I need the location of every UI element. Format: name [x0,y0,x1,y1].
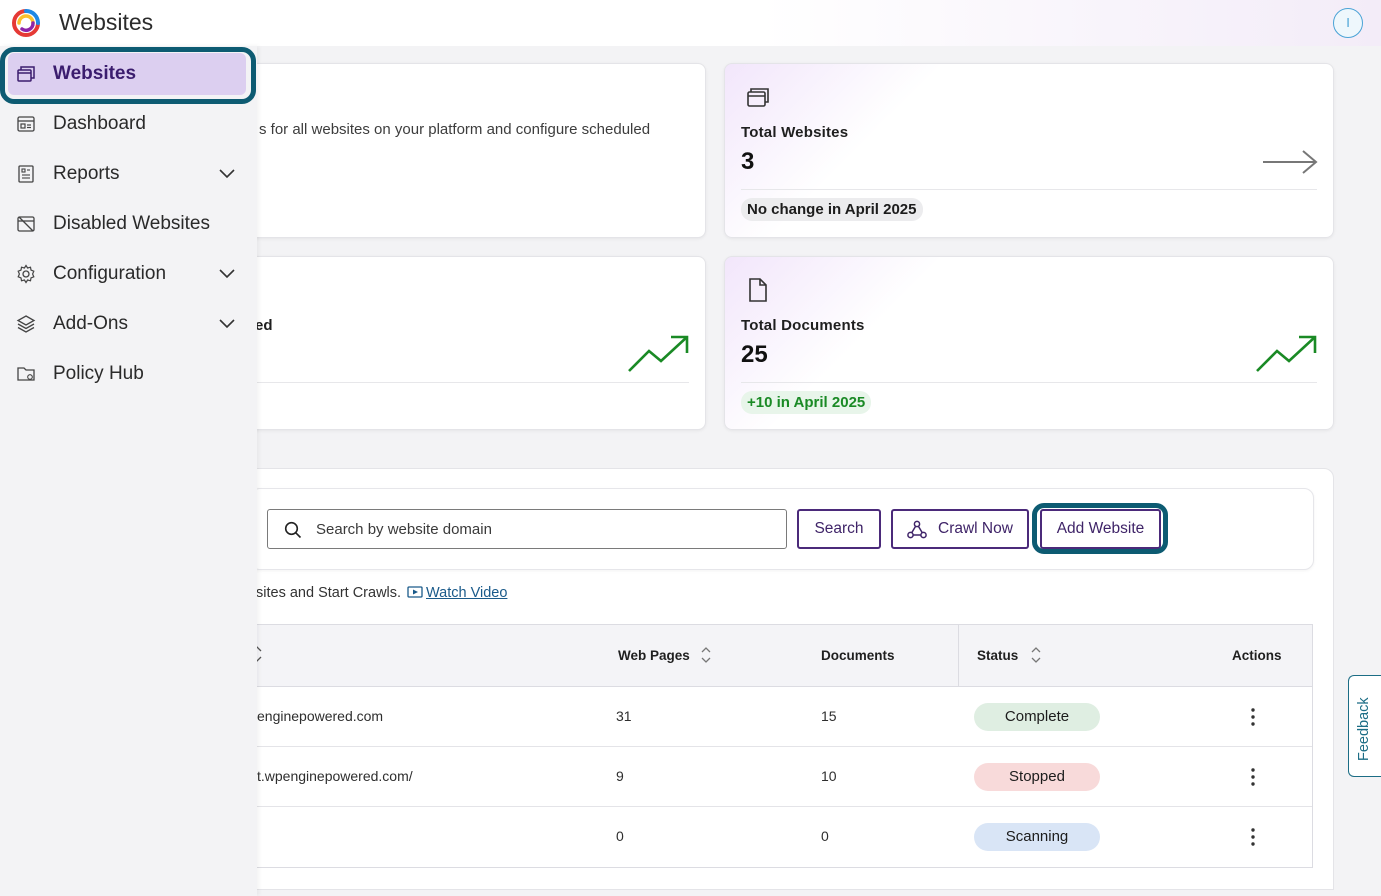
row-web-pages: 31 [616,708,632,724]
layers-icon [16,315,36,333]
chevron-down-icon[interactable] [218,167,236,179]
table-header: Web Pages Documents Status Actions [231,625,1312,687]
row-documents: 10 [821,768,837,784]
search-icon [284,521,302,539]
total-documents-value: 25 [741,341,768,368]
sidebar-item-label: Reports [53,163,120,184]
watch-video-link[interactable]: Watch Video [407,585,507,601]
crawl-now-button[interactable]: Crawl Now [891,509,1029,549]
trend-up-icon [628,335,689,372]
total-websites-value: 3 [741,148,755,175]
table-row: 0 0 Scanning [231,807,1312,867]
dashboard-icon [17,116,35,132]
sidebar-item-label: Disabled Websites [53,213,211,234]
document-icon [749,278,767,302]
row-web-pages: 0 [616,828,624,844]
summary-card-label: ed [255,317,273,334]
more-actions-icon[interactable] [1243,827,1263,847]
app-title: Websites [59,9,154,35]
more-actions-icon[interactable] [1243,707,1263,727]
total-websites-card: Total Websites 3 No change in April 2025 [724,63,1334,238]
arrow-right-icon[interactable] [1261,148,1319,176]
card-divider [741,189,1317,190]
chevron-down-icon[interactable] [218,317,236,329]
websites-table: Web Pages Documents Status Actions engin… [230,624,1313,868]
total-documents-label: Total Documents [741,317,865,334]
sidebar-item-reports[interactable]: Reports [0,153,257,195]
sidebar-item-label: Configuration [53,263,167,284]
webhook-icon [907,520,927,539]
video-icon [407,586,423,598]
row-web-pages: 9 [616,768,624,784]
intro-text: s for all websites on your platform and … [259,121,651,138]
helper-text: sites and Start Crawls. [256,585,402,601]
header-web-pages: Web Pages [618,648,690,663]
sort-icon[interactable] [700,646,712,664]
more-actions-icon[interactable] [1243,767,1263,787]
table-row: t.wpenginepowered.com/ 9 10 Stopped [231,747,1312,807]
sidebar-item-label: Policy Hub [53,363,144,384]
status-badge: Stopped [974,763,1100,791]
reports-icon [18,165,34,183]
total-documents-change-badge: +10 in April 2025 [741,391,872,414]
sidebar-item-add-ons[interactable]: Add-Ons [0,303,257,345]
feedback-label: Feedback [1356,697,1372,761]
total-websites-label: Total Websites [741,124,849,141]
add-website-button[interactable]: Add Website [1040,509,1161,549]
watch-video-label: Watch Video [426,585,508,601]
sidebar-item-label: Dashboard [53,113,146,134]
row-documents: 0 [821,828,829,844]
header-status: Status [977,648,1019,663]
search-input[interactable] [316,510,776,548]
chevron-down-icon[interactable] [218,267,236,279]
gear-icon [17,264,35,284]
sidebar-item-dashboard[interactable]: Dashboard [0,103,257,145]
search-box [267,509,787,549]
sort-icon[interactable] [1030,646,1042,664]
sidebar-item-disabled-websites[interactable]: Disabled Websites [0,203,257,245]
header-documents: Documents [821,648,895,663]
websites-icon [747,88,769,107]
top-bar: Websites I [0,0,1381,46]
header-divider [958,625,959,687]
sidebar-item-label: Websites [53,63,137,84]
search-button[interactable]: Search [797,509,881,549]
row-domain[interactable]: t.wpenginepowered.com/ [257,768,413,784]
total-websites-change-badge: No change in April 2025 [741,198,923,221]
user-avatar[interactable]: I [1333,8,1363,38]
status-badge: Complete [974,703,1100,731]
total-documents-card: Total Documents 25 +10 in April 2025 [724,256,1334,430]
sidebar-item-websites[interactable]: Websites [8,53,246,95]
card-divider [247,382,689,383]
feedback-tab[interactable]: Feedback [1348,675,1381,777]
app-logo [12,9,40,37]
disabled-websites-icon [17,216,35,232]
intro-card: s for all websites on your platform and … [230,63,706,238]
row-documents: 15 [821,708,837,724]
trend-up-icon [1256,335,1317,372]
sidebar-item-configuration[interactable]: Configuration [0,253,257,295]
websites-icon [17,66,35,82]
header-actions: Actions [1232,648,1282,663]
sidebar: Websites Dashboard Reports Disabled Webs… [0,46,257,896]
summary-card: ed [230,256,706,430]
status-badge: Scanning [974,823,1100,851]
policy-folder-icon [17,367,35,381]
sidebar-item-policy-hub[interactable]: Policy Hub [0,353,257,395]
table-row: enginepowered.com 31 15 Complete [231,687,1312,747]
row-domain[interactable]: enginepowered.com [257,708,383,724]
crawl-now-label: Crawl Now [938,520,1013,537]
card-divider [741,382,1317,383]
sidebar-item-label: Add-Ons [53,313,128,334]
